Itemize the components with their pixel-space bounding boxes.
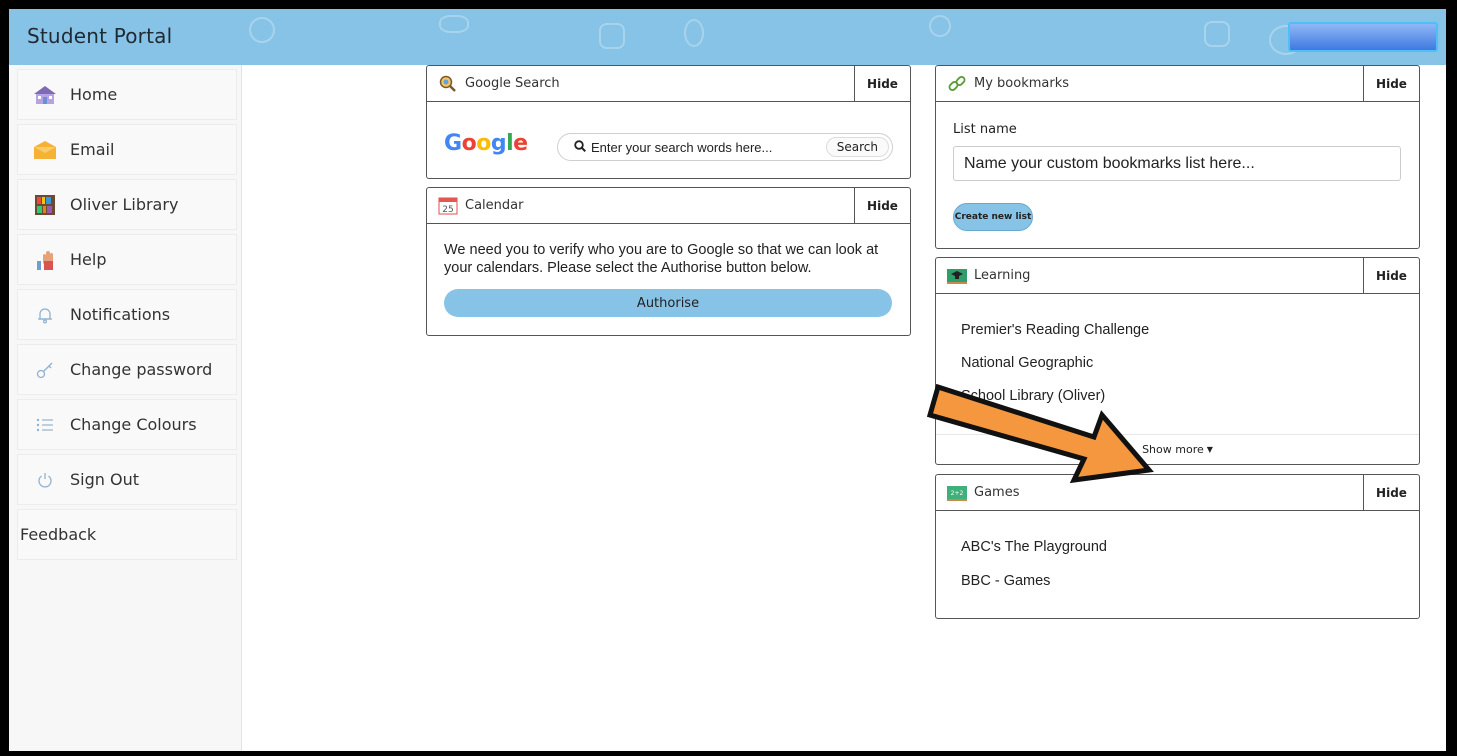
search-input[interactable] [591, 139, 821, 155]
google-search-box: Search [557, 133, 893, 161]
graduation-board-icon [946, 266, 968, 286]
widget-title: Learning [974, 268, 1031, 283]
page-title: Student Portal [27, 24, 173, 48]
sidebar-item-label: Notifications [70, 305, 171, 324]
search-icon [574, 139, 587, 155]
google-logo: Google [444, 131, 528, 156]
email-icon [32, 139, 58, 161]
google-search-widget: Google Search Hide Google Search [426, 65, 911, 179]
sidebar-item-notifications[interactable]: Notifications [17, 289, 237, 340]
library-icon [32, 194, 58, 216]
key-icon [32, 359, 58, 381]
widget-header: Google Search Hide [427, 66, 910, 102]
sidebar-item-label: Change password [70, 360, 213, 379]
link-chain-icon [946, 74, 968, 94]
hide-button[interactable]: Hide [854, 188, 910, 223]
widget-header: 25 Calendar Hide [427, 188, 910, 224]
sidebar-item-home[interactable]: Home [17, 69, 237, 120]
bookmarks-widget: My bookmarks Hide List name Create new l… [935, 65, 1420, 249]
help-hand-icon [32, 249, 58, 271]
authorise-button[interactable]: Authorise [444, 289, 892, 317]
learning-link[interactable]: Premier's Reading Challenge [961, 322, 1149, 338]
hide-button[interactable]: Hide [1363, 66, 1419, 101]
hide-button[interactable]: Hide [1363, 475, 1419, 510]
sidebar-item-label: Sign Out [70, 470, 139, 489]
sidebar-item-change-colours[interactable]: Change Colours [17, 399, 237, 450]
caret-down-icon: ▼ [1206, 445, 1213, 454]
games-link[interactable]: BBC - Games [961, 573, 1050, 589]
top-header: Student Portal [9, 9, 1446, 65]
widget-title: Calendar [465, 198, 524, 213]
portal-window: Student Portal Home Email Oliver Library [9, 9, 1446, 751]
widget-header: Learning Hide [936, 258, 1419, 294]
create-new-list-button[interactable]: Create new list [953, 203, 1033, 231]
sidebar-item-oliver-library[interactable]: Oliver Library [17, 179, 237, 230]
learning-link[interactable]: National Geographic [961, 355, 1093, 371]
hide-button[interactable]: Hide [854, 66, 910, 101]
magnifier-icon [437, 74, 459, 94]
sidebar-item-sign-out[interactable]: Sign Out [17, 454, 237, 505]
search-button[interactable]: Search [825, 137, 889, 157]
games-widget: 2+2 Games Hide ABC's The Playground BBC … [935, 474, 1420, 619]
sidebar-item-change-password[interactable]: Change password [17, 344, 237, 395]
sidebar-item-label: Feedback [20, 525, 97, 544]
sidebar-item-label: Change Colours [70, 415, 197, 434]
sidebar-item-email[interactable]: Email [17, 124, 237, 175]
widget-title: Google Search [465, 76, 560, 91]
sidebar-item-feedback[interactable]: Feedback [17, 509, 237, 560]
sidebar: Home Email Oliver Library Help Notificat… [9, 65, 242, 751]
calendar-icon: 25 [437, 196, 459, 216]
list-icon [32, 414, 58, 436]
list-name-label: List name [953, 122, 1017, 137]
annotation-arrow [926, 383, 1154, 484]
widget-title: Games [974, 485, 1020, 500]
sidebar-item-label: Help [70, 250, 107, 269]
sidebar-item-label: Oliver Library [70, 195, 179, 214]
header-user-button[interactable] [1288, 22, 1438, 52]
sidebar-item-label: Home [70, 85, 118, 104]
bell-icon [32, 304, 58, 326]
sidebar-item-label: Email [70, 140, 115, 159]
calendar-icon-day: 25 [442, 205, 453, 215]
hide-button[interactable]: Hide [1363, 258, 1419, 293]
games-link[interactable]: ABC's The Playground [961, 539, 1107, 555]
home-icon [32, 84, 58, 106]
widget-header: My bookmarks Hide [936, 66, 1419, 102]
calendar-message: We need you to verify who you are to Goo… [444, 242, 879, 276]
list-name-input[interactable] [953, 146, 1401, 181]
widget-title: My bookmarks [974, 76, 1070, 91]
chalkboard-text: 2+2 [951, 490, 964, 497]
chalkboard-icon: 2+2 [946, 483, 968, 503]
sidebar-item-help[interactable]: Help [17, 234, 237, 285]
power-icon [32, 469, 58, 491]
calendar-widget: 25 Calendar Hide We need you to verify w… [426, 187, 911, 336]
